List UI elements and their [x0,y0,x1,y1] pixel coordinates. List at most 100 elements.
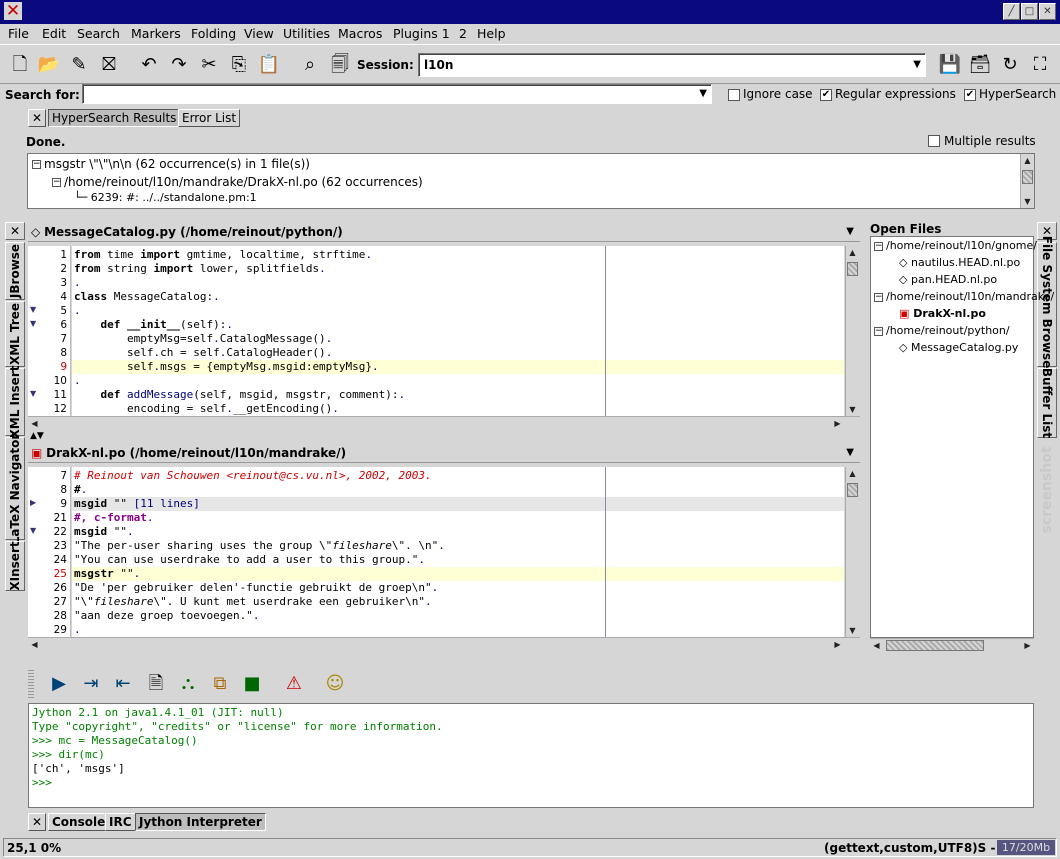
editor2-vscroll[interactable]: ▲ ▼ [845,467,859,637]
file-node[interactable]: ▣ DrakX-nl.po [899,307,986,320]
save-icon[interactable]: 💾 [938,53,962,77]
save-all-icon[interactable]: 🗃 [968,53,992,77]
arrow-up-icon[interactable]: ▲ [846,467,859,480]
tab-xinsert[interactable]: XInsert [5,541,25,591]
ignore-case-checkbox[interactable] [728,89,740,101]
menu-edit[interactable]: Edit [42,26,66,41]
open-files-hscroll[interactable]: ◀ ▶ [870,638,1034,652]
maximize-icon[interactable]: □ [1021,3,1038,20]
console-close-button[interactable]: ✕ [28,813,46,831]
tab-buffer-list[interactable]: Buffer List [1037,368,1057,438]
save-session-icon[interactable]: ■ [240,672,264,696]
arrow-up-icon[interactable]: ▲ [1021,154,1034,167]
edit-pencil-icon[interactable]: ✎ [67,53,91,77]
menu-utilities[interactable]: Utilities [283,26,330,41]
tree-node[interactable]: − msgstr \"\"\n\n (62 occurrence(s) in 1 … [32,157,310,171]
menu-plugins-1[interactable]: Plugins 1 [393,26,450,41]
editor1-hscroll[interactable]: ◀ ▶ [28,416,860,430]
results-close-button[interactable]: ✕ [28,109,46,127]
document-icon[interactable]: 🗎 [144,672,168,696]
collapse-icon[interactable]: − [874,241,883,251]
menu-plugins-2[interactable]: 2 [459,26,467,41]
file-node[interactable]: ◇ MessageCatalog.py [899,341,1018,354]
cut-icon[interactable]: ✂ [197,53,221,77]
new-file-icon[interactable]: 🗋 [8,53,32,77]
buffer-menu-chevron-icon[interactable]: ▼ [846,443,854,463]
collapse-icon[interactable]: − [874,326,883,336]
tree-leaf[interactable]: └─ 6239: #: ../../standalone.pm:1 [74,191,257,204]
results-scrollbar[interactable]: ▲ ▼ [1020,154,1034,208]
folder-node[interactable]: −/home/reinout/l10n/gnome/ [874,239,1037,252]
menu-macros[interactable]: Macros [338,26,382,41]
collapse-icon[interactable]: − [52,178,61,187]
tab-jbrowse[interactable]: JBrowse [5,242,25,300]
open-file-icon[interactable]: 📂 [37,53,61,77]
split-arrows-icon[interactable]: ▲▼ [30,431,44,441]
arrow-down-icon[interactable]: ▼ [1021,195,1034,208]
regex-checkbox[interactable]: ✔ [820,89,832,101]
file-node[interactable]: ◇ pan.HEAD.nl.po [899,273,997,286]
folder-node[interactable]: −/home/reinout/python/ [874,324,1010,337]
editor1-vscroll[interactable]: ▲ ▼ [845,246,859,416]
menu-markers[interactable]: Markers [131,26,181,41]
editor1-header[interactable]: ◇ MessageCatalog.py (/home/reinout/pytho… [28,222,860,242]
app-close-icon[interactable]: ✕ [4,2,22,20]
import-icon[interactable]: ⇤ [111,672,135,696]
arrow-left-icon[interactable]: ◀ [870,639,883,652]
tab-xml-insert[interactable]: XML Insert [5,366,25,438]
session-select[interactable]: l10n ▼ [418,53,926,77]
tab-file-system-browser[interactable]: File System Browser [1037,235,1057,374]
buffer-menu-chevron-icon[interactable]: ▼ [846,222,854,242]
folder-node[interactable]: −/home/reinout/l10n/mandrake/ [874,290,1054,303]
close-all-icon[interactable]: ⛶ [1028,53,1052,77]
tab-jython-interpreter[interactable]: Jython Interpreter [135,813,266,831]
window-titlebar[interactable] [0,0,1060,24]
arrow-left-icon[interactable]: ◀ [28,638,41,651]
path-browser-icon[interactable]: ⧉ [208,672,232,696]
hypersearch-checkbox[interactable]: ✔ [964,89,976,101]
find-icon[interactable]: ⌕ [298,53,322,77]
tab-hypersearch-results[interactable]: HyperSearch Results [48,109,181,127]
tab-xml-tree[interactable]: XML Tree [5,301,25,367]
editor2-header[interactable]: ▣ DrakX-nl.po (/home/reinout/l10n/mandra… [28,443,860,463]
arrow-left-icon[interactable]: ◀ [28,417,41,430]
tab-latex-navigator[interactable]: LaTeX Navigator [5,433,25,544]
arrow-right-icon[interactable]: ▶ [1021,639,1034,652]
arrow-up-icon[interactable]: ▲ [846,246,859,259]
multiple-results-checkbox[interactable] [928,135,940,147]
find-in-files-icon[interactable]: 🗐 [328,53,352,77]
reload-icon[interactable]: ↻ [998,53,1022,77]
file-node[interactable]: ◇ nautilus.HEAD.nl.po [899,256,1020,269]
editor1-text-area[interactable]: from time import gmtime, localtime, strf… [72,246,844,416]
tab-console[interactable]: Console [48,813,110,831]
search-input[interactable]: ▼ [82,84,712,104]
buffer-mode[interactable]: (gettext,custom,UTF8)S - - U [824,841,1019,855]
hierarchy-icon[interactable]: ⛬ [176,672,200,696]
menu-view[interactable]: View [244,26,274,41]
collapse-icon[interactable]: − [874,292,883,302]
menu-help[interactable]: Help [477,26,506,41]
editor2-hscroll[interactable]: ◀ ▶ [28,637,860,651]
console-output[interactable]: Jython 2.1 on java1.4.1_01 (JIT: null) T… [28,703,1034,808]
paste-icon[interactable]: 📋 [257,53,281,77]
run-buffer-icon[interactable]: ⇥ [79,672,103,696]
undo-icon[interactable]: ↶ [137,53,161,77]
minimize-icon[interactable]: ╱ [1003,3,1020,20]
close-buffer-icon[interactable]: ⛝ [97,53,121,77]
close-window-icon[interactable]: ✕ [1039,3,1056,20]
tree-node[interactable]: −/home/reinout/l10n/mandrake/DrakX-nl.po… [52,175,423,189]
left-dock-close-button[interactable]: ✕ [5,222,25,240]
menu-search[interactable]: Search [77,26,120,41]
toolbar-grip[interactable] [28,668,34,698]
tab-error-list[interactable]: Error List [178,109,241,127]
tab-irc[interactable]: IRC [105,813,136,831]
menu-file[interactable]: File [8,26,29,41]
redo-icon[interactable]: ↷ [167,53,191,77]
collapse-icon[interactable]: − [32,160,41,169]
arrow-down-icon[interactable]: ▼ [846,403,859,416]
memory-indicator[interactable]: 17/20Mb [997,840,1055,855]
smiley-icon[interactable]: ☺ [323,672,347,696]
warning-icon[interactable]: ⚠ [282,672,306,696]
arrow-down-icon[interactable]: ▼ [846,624,859,637]
run-icon[interactable]: ▶ [47,672,71,696]
